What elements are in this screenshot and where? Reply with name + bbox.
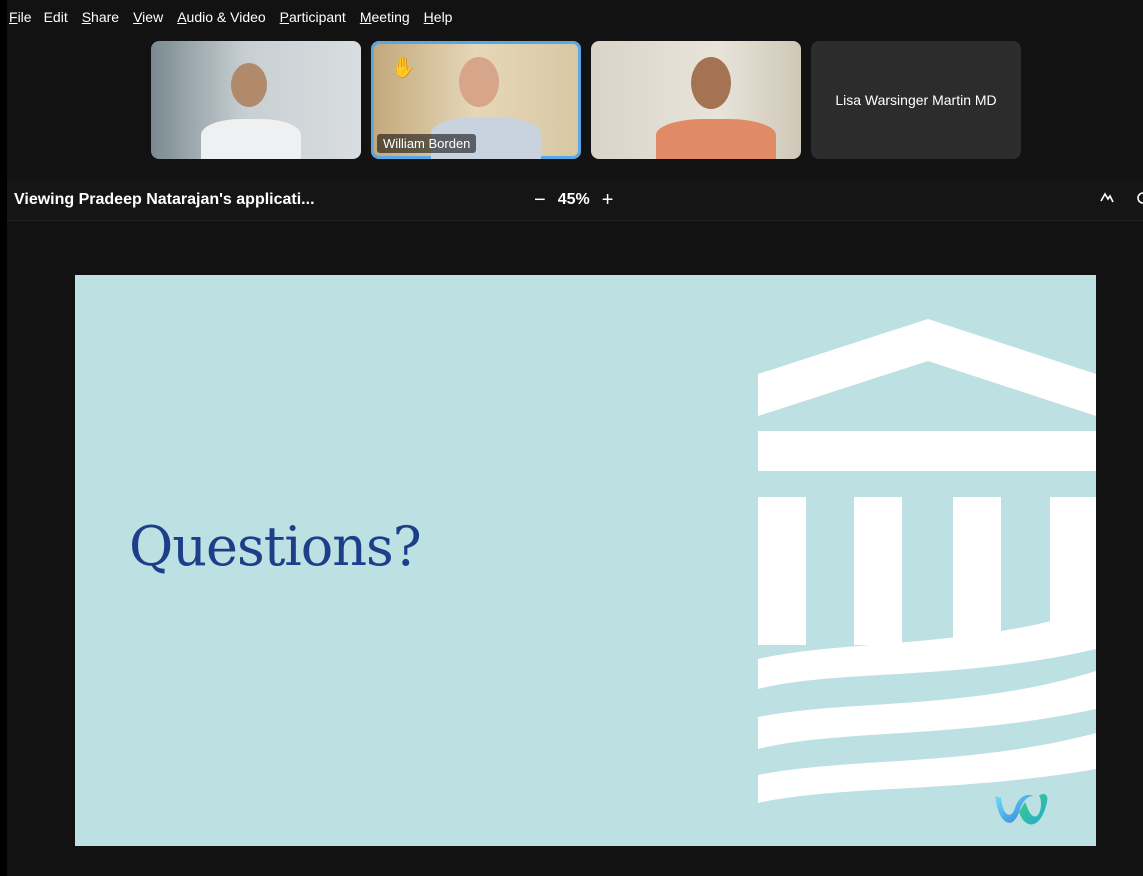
- participant-tile-william-borden[interactable]: ✋ William Borden: [371, 41, 581, 159]
- zoom-in-button[interactable]: +: [602, 189, 614, 212]
- zoom-level: 45%: [557, 191, 590, 208]
- menu-audio-video[interactable]: Audio & Video: [177, 9, 265, 25]
- menu-view[interactable]: View: [133, 9, 163, 25]
- viewing-label: Viewing Pradeep Natarajan's applicati...: [14, 191, 315, 208]
- participant-name-tag: William Borden: [377, 134, 477, 153]
- participant-name: Lisa Warsinger Martin MD: [835, 92, 997, 108]
- zoom-controls: − 45% +: [534, 189, 613, 212]
- left-gutter: [0, 0, 7, 876]
- participant-head: [459, 57, 499, 107]
- participant-tile-3[interactable]: [591, 41, 801, 159]
- bottom-bar: [7, 846, 1143, 876]
- participant-head: [691, 57, 731, 109]
- menu-bar: File Edit Share View Audio & Video Parti…: [7, 6, 466, 28]
- menu-share[interactable]: Share: [82, 9, 119, 25]
- raised-hand-icon: ✋: [391, 57, 416, 79]
- share-view-bar: Viewing Pradeep Natarajan's applicati...…: [7, 180, 1143, 221]
- menu-edit[interactable]: Edit: [44, 9, 68, 25]
- participant-tile-1[interactable]: [151, 41, 361, 159]
- shared-slide: Questions?: [75, 275, 1096, 846]
- slide-title: Questions?: [129, 515, 422, 578]
- menu-meeting[interactable]: Meeting: [360, 9, 410, 25]
- menu-file[interactable]: File: [9, 9, 32, 25]
- menu-participant[interactable]: Participant: [280, 9, 346, 25]
- participant-figure: [656, 119, 776, 159]
- building-logo-icon: [758, 319, 1096, 803]
- participant-tile-lisa-warsinger-martin[interactable]: Lisa Warsinger Martin MD: [811, 41, 1021, 159]
- menu-help[interactable]: Help: [424, 9, 453, 25]
- truncated-control-icon[interactable]: [1137, 190, 1143, 211]
- meeting-window: File Edit Share View Audio & Video Parti…: [7, 0, 1143, 876]
- zoom-out-button[interactable]: −: [534, 189, 546, 212]
- annotate-icon[interactable]: [1099, 190, 1115, 211]
- participant-head: [231, 63, 267, 107]
- participant-strip: ✋ William Borden Lisa Warsinger Martin M…: [151, 41, 1021, 159]
- participant-figure: [201, 119, 301, 159]
- webex-logo-icon: [995, 794, 1048, 825]
